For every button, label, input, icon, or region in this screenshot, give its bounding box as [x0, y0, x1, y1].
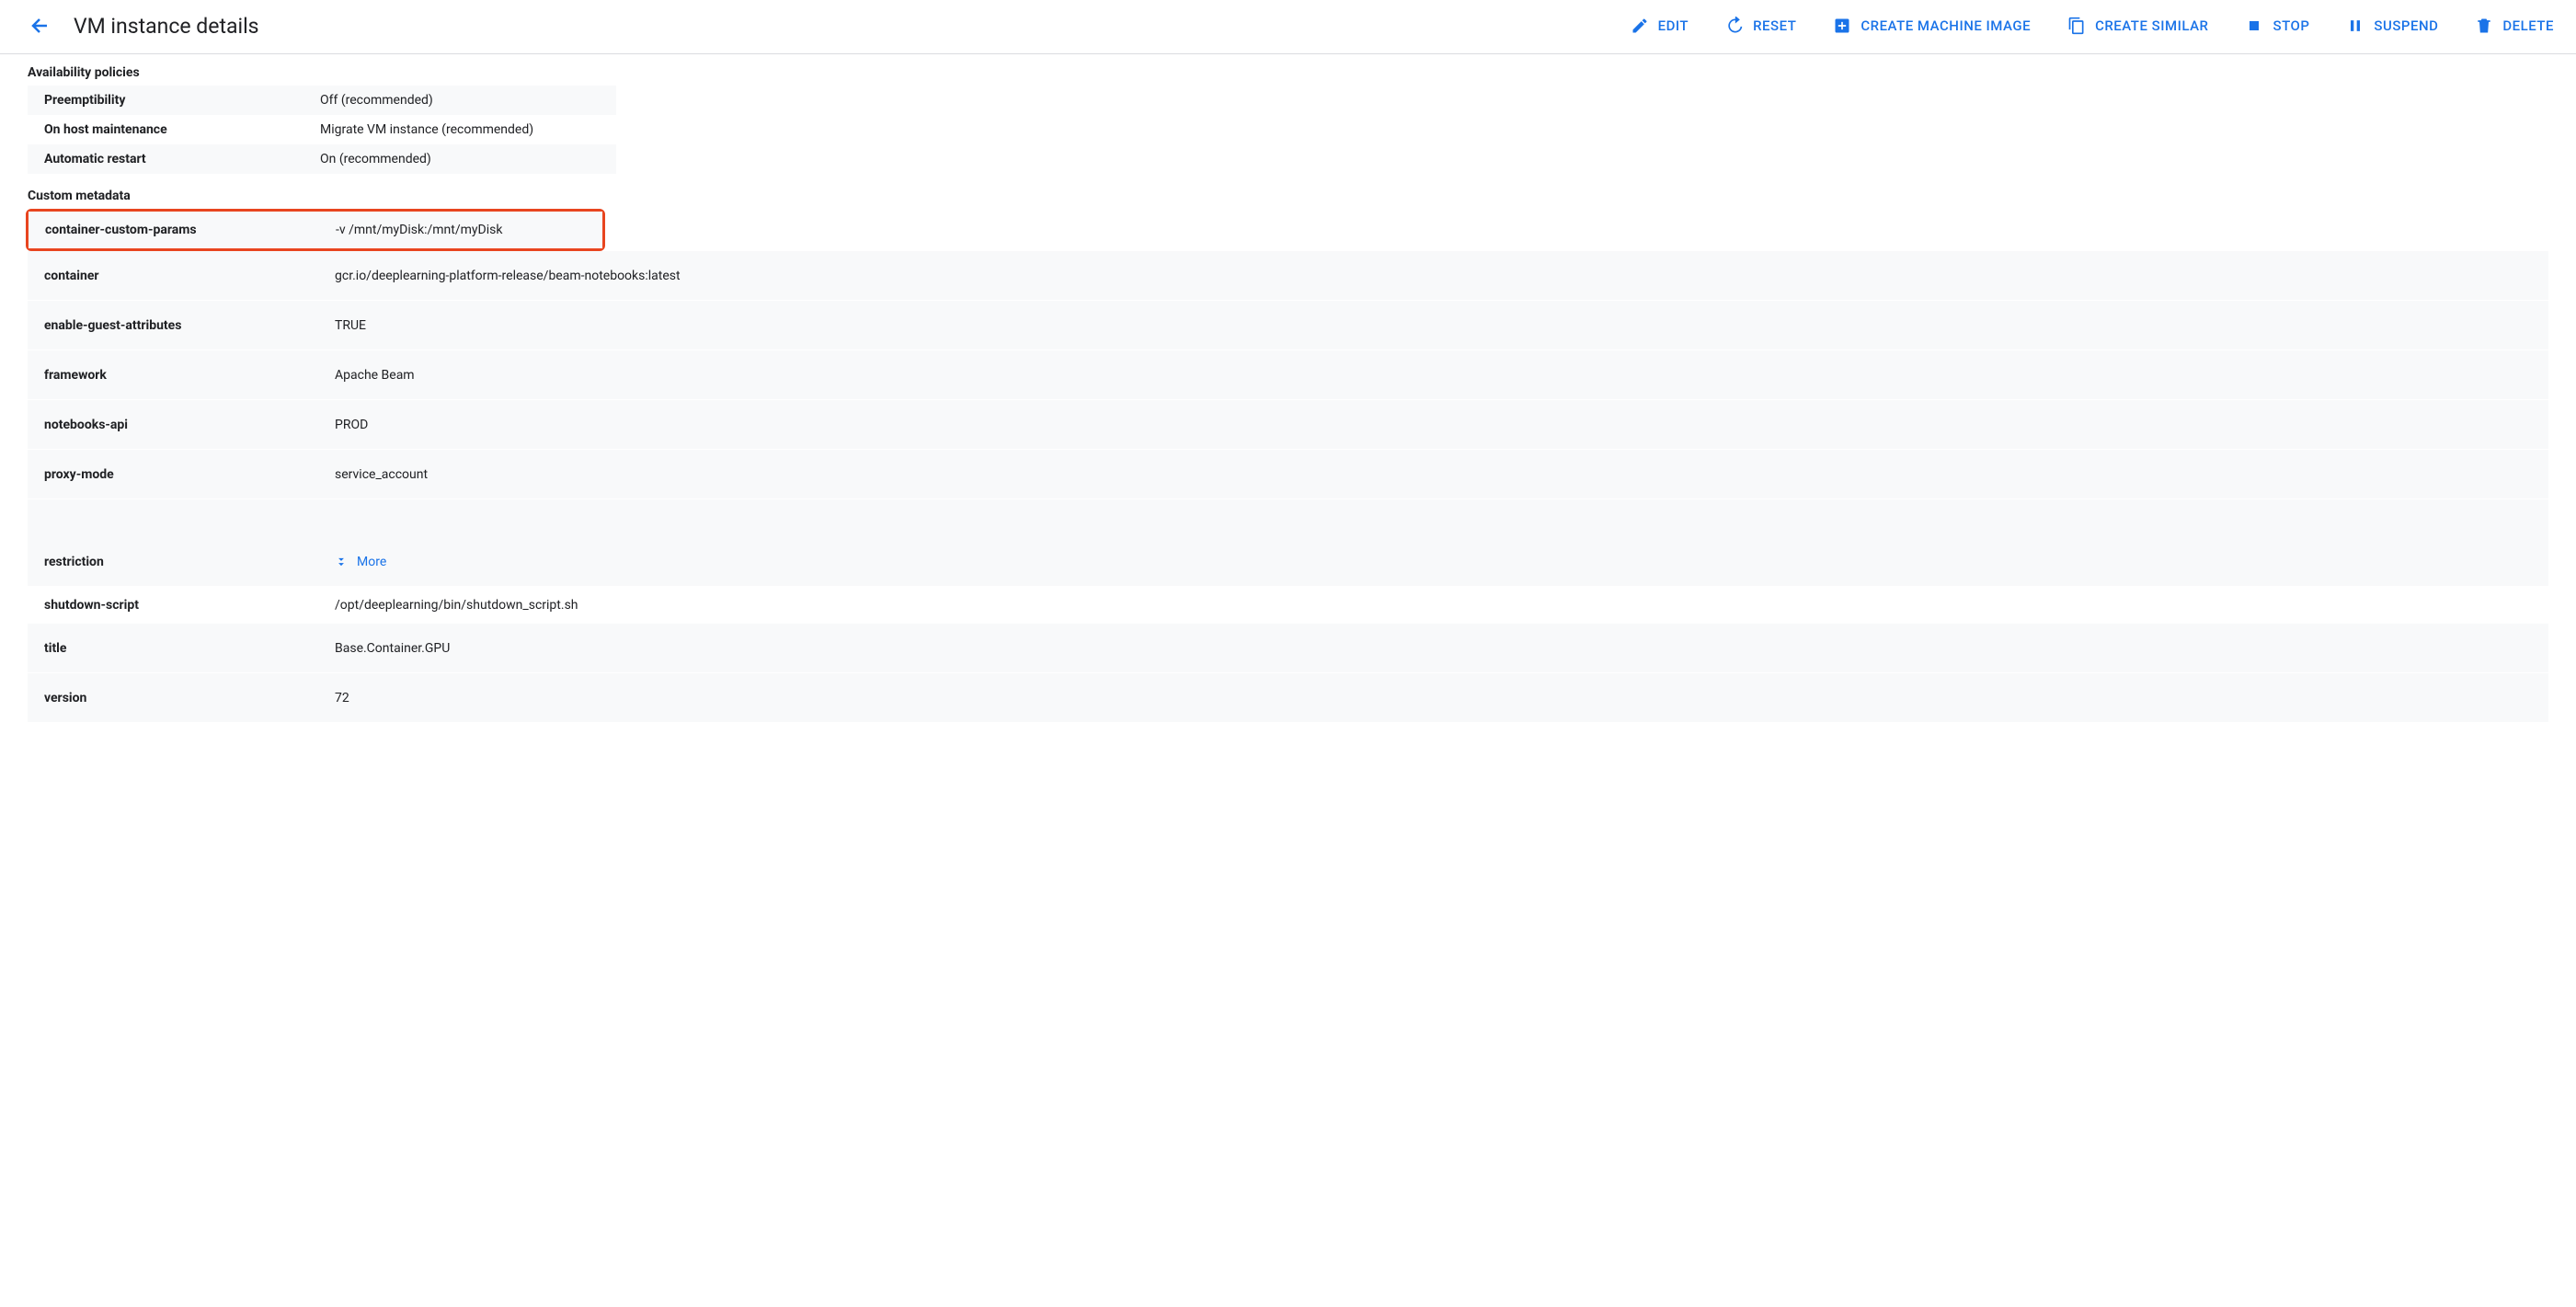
reset-icon	[1725, 17, 1744, 35]
delete-label: DELETE	[2502, 17, 2554, 34]
add-box-icon	[1833, 17, 1851, 35]
create-similar-button[interactable]: CREATE SIMILAR	[2067, 17, 2208, 35]
metadata-value: TRUE	[322, 311, 2548, 340]
delete-icon	[2475, 17, 2493, 35]
arrow-left-icon	[29, 15, 52, 37]
metadata-row: notebooks-api PROD	[28, 400, 2548, 450]
page-title: VM instance details	[74, 14, 259, 39]
create-machine-image-button[interactable]: CREATE MACHINE IMAGE	[1833, 17, 2031, 35]
metadata-row: container-custom-params -v /mnt/myDisk:/…	[29, 212, 602, 248]
metadata-value: Apache Beam	[322, 361, 2548, 390]
metadata-value: More	[322, 547, 2548, 577]
edit-label: EDIT	[1658, 17, 1689, 34]
action-bar: EDIT RESET CREATE MACHINE IMAGE CREATE S…	[1631, 17, 2554, 35]
metadata-key: version	[28, 683, 322, 713]
metadata-row: version 72	[28, 673, 2548, 723]
metadata-value: gcr.io/deeplearning-platform-release/bea…	[322, 261, 2548, 291]
metadata-title: Custom metadata	[28, 189, 2548, 203]
metadata-key: framework	[28, 361, 322, 390]
metadata-row: container gcr.io/deeplearning-platform-r…	[28, 251, 2548, 301]
metadata-key: notebooks-api	[28, 410, 322, 440]
edit-icon	[1631, 17, 1649, 35]
availability-value: On (recommended)	[303, 144, 616, 174]
stop-icon	[2245, 17, 2263, 35]
pause-icon	[2346, 17, 2364, 35]
metadata-key: container	[28, 261, 322, 291]
metadata-row: title Base.Container.GPU	[28, 624, 2548, 673]
metadata-key: proxy-mode	[28, 460, 322, 489]
reset-button[interactable]: RESET	[1725, 17, 1796, 35]
expand-icon	[335, 556, 348, 568]
metadata-row: proxy-mode service_account	[28, 450, 2548, 499]
availability-row: On host maintenance Migrate VM instance …	[28, 115, 616, 144]
metadata-key: container-custom-params	[29, 215, 323, 245]
availability-table: Preemptibility Off (recommended) On host…	[28, 86, 616, 174]
stop-label: STOP	[2273, 17, 2309, 34]
availability-key: Automatic restart	[28, 144, 303, 174]
availability-value: Migrate VM instance (recommended)	[303, 115, 616, 144]
metadata-key: shutdown-script	[28, 590, 322, 620]
more-link[interactable]: More	[335, 555, 2548, 569]
edit-button[interactable]: EDIT	[1631, 17, 1689, 35]
metadata-value: 72	[322, 683, 2548, 713]
highlighted-metadata-row: container-custom-params -v /mnt/myDisk:/…	[26, 209, 605, 251]
availability-row: Automatic restart On (recommended)	[28, 144, 616, 174]
suspend-label: SUSPEND	[2374, 17, 2438, 34]
availability-value: Off (recommended)	[303, 86, 616, 115]
metadata-key: enable-guest-attributes	[28, 311, 322, 340]
metadata-restriction-row: restriction More	[28, 499, 2548, 587]
more-label: More	[357, 555, 386, 569]
delete-button[interactable]: DELETE	[2475, 17, 2554, 35]
create-similar-label: CREATE SIMILAR	[2095, 17, 2208, 34]
metadata-value: /opt/deeplearning/bin/shutdown_script.sh	[322, 590, 2548, 620]
availability-key: On host maintenance	[28, 115, 303, 144]
metadata-row: shutdown-script /opt/deeplearning/bin/sh…	[28, 587, 2548, 624]
availability-title: Availability policies	[28, 65, 2548, 80]
metadata-value: Base.Container.GPU	[322, 634, 2548, 663]
metadata-key: restriction	[28, 547, 322, 577]
availability-row: Preemptibility Off (recommended)	[28, 86, 616, 115]
page-header: VM instance details EDIT RESET CREATE MA…	[0, 0, 2576, 54]
metadata-value: service_account	[322, 460, 2548, 489]
metadata-value: PROD	[322, 410, 2548, 440]
metadata-value: -v /mnt/myDisk:/mnt/myDisk	[323, 215, 602, 245]
reset-label: RESET	[1753, 17, 1796, 34]
metadata-section: Custom metadata container-custom-params …	[28, 189, 2548, 723]
create-machine-image-label: CREATE MACHINE IMAGE	[1860, 17, 2031, 34]
content: Availability policies Preemptibility Off…	[0, 54, 2576, 723]
metadata-key: title	[28, 634, 322, 663]
back-button[interactable]	[22, 7, 59, 44]
stop-button[interactable]: STOP	[2245, 17, 2309, 35]
suspend-button[interactable]: SUSPEND	[2346, 17, 2438, 35]
metadata-row: enable-guest-attributes TRUE	[28, 301, 2548, 350]
metadata-row: framework Apache Beam	[28, 350, 2548, 400]
copy-icon	[2067, 17, 2086, 35]
availability-key: Preemptibility	[28, 86, 303, 115]
